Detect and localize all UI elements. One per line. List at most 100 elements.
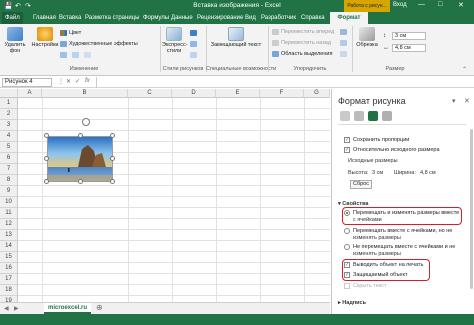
insert-function-button[interactable]: fx — [85, 78, 90, 84]
bring-forward-button[interactable]: Переместить вперед — [272, 29, 334, 35]
resize-handle[interactable] — [44, 133, 49, 138]
row-header[interactable]: 6 — [0, 153, 18, 164]
signin-button[interactable]: Вход — [393, 2, 407, 8]
tab-insert[interactable]: Вставка — [56, 12, 84, 24]
rotation-handle[interactable] — [82, 118, 90, 126]
width-field[interactable]: 4,8 см — [392, 44, 426, 52]
row-header[interactable]: 10 — [0, 197, 18, 208]
row-header[interactable]: 18 — [0, 285, 18, 296]
panel-options-icon[interactable]: ▾ — [452, 97, 456, 105]
lock-text-checkbox[interactable]: Скрыть текст — [344, 283, 387, 289]
row-header[interactable]: 1 — [0, 98, 18, 109]
worksheet-grid[interactable]: A B C D E F G 1 2 3 4 5 6 7 8 9 10 11 12… — [0, 89, 330, 302]
row-header[interactable]: 4 — [0, 131, 18, 142]
selection-pane-button[interactable]: Область выделения — [272, 51, 332, 57]
column-header[interactable]: B — [42, 89, 128, 98]
effects-icon[interactable] — [354, 111, 364, 121]
corrections-button[interactable]: Настройки — [30, 27, 60, 48]
select-all-corner[interactable] — [0, 89, 18, 98]
column-header[interactable]: F — [260, 89, 304, 98]
picture-icon[interactable] — [382, 111, 392, 121]
panel-scrollbar[interactable] — [470, 129, 473, 289]
tab-home[interactable]: Главная — [30, 12, 59, 24]
alt-text-section[interactable]: ▸ Надпись — [338, 300, 366, 306]
tab-page-layout[interactable]: Разметка страницы — [82, 12, 142, 24]
reset-button[interactable]: Сброс — [350, 180, 372, 189]
sheet-tab[interactable]: microexcel.ru — [44, 303, 92, 314]
remove-background-button[interactable]: Удалить фон — [3, 27, 27, 54]
picture-effects-button[interactable] — [190, 41, 197, 47]
tab-review[interactable]: Рецензирование — [194, 12, 246, 24]
move-only-radio[interactable]: Перемещать вместе с ячейками, но не — [344, 228, 452, 234]
scroll-right-icon[interactable]: ▶ — [14, 305, 19, 312]
picture-layout-button[interactable] — [190, 52, 197, 58]
size-properties-icon[interactable] — [368, 111, 378, 121]
close-icon[interactable]: ✕ — [458, 1, 464, 9]
name-box[interactable]: Рисунок 4 — [2, 78, 52, 87]
row-header[interactable]: 13 — [0, 230, 18, 241]
relative-size-checkbox[interactable]: ✓ Относительно исходного размера — [344, 147, 440, 153]
color-button[interactable]: Цвет — [60, 30, 81, 36]
group-button[interactable] — [340, 40, 347, 46]
tab-help[interactable]: Справка — [298, 12, 328, 24]
row-header[interactable]: 5 — [0, 142, 18, 153]
no-move-radio[interactable]: Не перемещать вместе с ячейками и не — [344, 244, 455, 250]
row-header[interactable]: 11 — [0, 208, 18, 219]
row-header[interactable]: 17 — [0, 274, 18, 285]
picture-border-button[interactable] — [190, 30, 197, 36]
row-header[interactable]: 2 — [0, 109, 18, 120]
resize-handle[interactable] — [44, 179, 49, 184]
column-header[interactable]: D — [172, 89, 216, 98]
cancel-icon[interactable]: ✕ — [66, 78, 71, 85]
locked-checkbox[interactable]: ✓ Защищаемый объект — [344, 272, 407, 278]
height-field[interactable]: 3 см — [392, 32, 426, 40]
crop-button[interactable]: Обрезка — [355, 27, 379, 48]
row-header[interactable]: 3 — [0, 120, 18, 131]
scroll-left-icon[interactable]: ◀ — [4, 305, 9, 312]
collapse-ribbon-icon[interactable]: ⌃ — [462, 66, 467, 73]
grid-line — [18, 229, 330, 230]
panel-close-icon[interactable]: ✕ — [464, 97, 470, 105]
print-object-checkbox[interactable]: ✓ Выводить объект на печать — [344, 262, 423, 268]
resize-handle[interactable] — [110, 133, 115, 138]
row-header[interactable]: 8 — [0, 175, 18, 186]
tab-file[interactable]: Файл — [2, 12, 23, 24]
inserted-picture[interactable] — [47, 136, 113, 182]
row-header[interactable]: 7 — [0, 164, 18, 175]
align-button[interactable] — [340, 29, 347, 35]
send-backward-button[interactable]: Переместить назад — [272, 40, 331, 46]
row-header[interactable]: 14 — [0, 241, 18, 252]
fill-line-icon[interactable] — [340, 111, 350, 121]
row-header[interactable]: 16 — [0, 263, 18, 274]
compress-button[interactable] — [60, 52, 67, 58]
minimize-icon[interactable]: — — [418, 1, 425, 8]
maximize-icon[interactable]: □ — [438, 1, 442, 8]
lock-ratio-checkbox[interactable]: ✓ Сохранить пропорции — [344, 137, 409, 143]
tab-view[interactable]: Вид — [242, 12, 259, 24]
more-icon[interactable]: ⋮ — [58, 78, 64, 85]
tab-data[interactable]: Данные — [168, 12, 196, 24]
alt-text-button[interactable]: Замещающий текст — [208, 27, 264, 48]
add-sheet-icon[interactable]: ⊕ — [96, 303, 103, 312]
rotate-button[interactable] — [340, 51, 347, 57]
artistic-effects-button[interactable]: Художественные эффекты — [60, 41, 138, 47]
tab-developer[interactable]: Разработчик — [258, 12, 299, 24]
resize-handle[interactable] — [110, 179, 115, 184]
row-header[interactable]: 15 — [0, 252, 18, 263]
reset-picture-button[interactable] — [84, 52, 91, 58]
row-header[interactable]: 9 — [0, 186, 18, 197]
tab-format[interactable]: Формат — [330, 12, 368, 24]
column-header[interactable]: A — [18, 89, 42, 98]
resize-handle[interactable] — [78, 133, 83, 138]
row-header[interactable]: 12 — [0, 219, 18, 230]
change-picture-button[interactable] — [72, 52, 79, 58]
move-resize-radio[interactable]: Перемещать и изменять размеры вместе — [344, 210, 459, 216]
express-styles-button[interactable]: Экспресс-стили — [162, 27, 188, 54]
column-header[interactable]: E — [216, 89, 260, 98]
column-header[interactable]: C — [128, 89, 172, 98]
column-header[interactable]: G — [304, 89, 330, 98]
resize-handle[interactable] — [44, 156, 49, 161]
resize-handle[interactable] — [110, 156, 115, 161]
resize-handle[interactable] — [78, 179, 83, 184]
enter-icon[interactable]: ✓ — [75, 78, 80, 85]
